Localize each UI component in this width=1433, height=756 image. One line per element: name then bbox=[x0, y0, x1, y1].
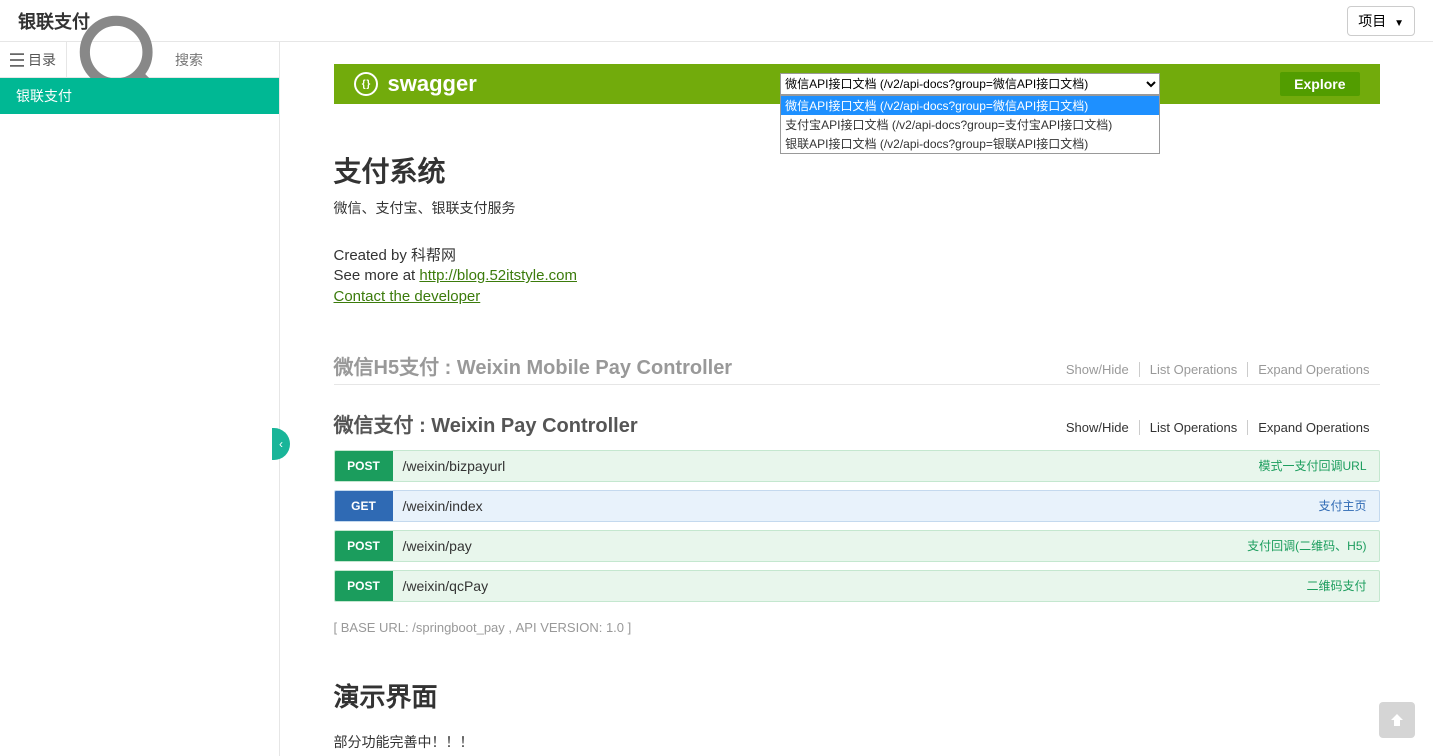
expand-ops-button[interactable]: Expand Operations bbox=[1247, 420, 1379, 435]
endpoint-summary: 二维码支付 bbox=[1306, 577, 1378, 594]
created-by: 科帮网 bbox=[411, 247, 456, 264]
endpoint-summary: 支付主页 bbox=[1318, 497, 1378, 514]
tag-ops: Show/Hide List Operations Expand Operati… bbox=[1056, 420, 1380, 435]
base-url: /springboot_pay bbox=[412, 620, 505, 635]
menu-icon bbox=[10, 53, 24, 67]
http-method-badge: POST bbox=[335, 531, 393, 561]
api-doc-dropdown: 微信API接口文档 (/v2/api-docs?group=微信API接口文档)… bbox=[780, 95, 1160, 154]
tag-desc: Weixin Pay Controller bbox=[431, 415, 637, 437]
endpoint-path: /weixin/index bbox=[393, 498, 1319, 514]
http-method-badge: GET bbox=[335, 491, 393, 521]
sidebar: 目录 银联支付 bbox=[0, 42, 280, 756]
showhide-button[interactable]: Show/Hide bbox=[1056, 420, 1139, 435]
list-ops-button[interactable]: List Operations bbox=[1139, 420, 1247, 435]
showhide-button[interactable]: Show/Hide bbox=[1056, 362, 1139, 377]
see-more-link[interactable]: http://blog.52itstyle.com bbox=[419, 267, 577, 284]
list-ops-button[interactable]: List Operations bbox=[1139, 362, 1247, 377]
arrow-up-icon bbox=[1388, 711, 1406, 729]
sidebar-item-unionpay[interactable]: 银联支付 bbox=[0, 78, 279, 114]
main-content: { } swagger 微信API接口文档 (/v2/api-docs?grou… bbox=[280, 42, 1433, 756]
project-label: 项目 bbox=[1358, 13, 1386, 29]
api-version: 1.0 bbox=[606, 620, 624, 635]
dropdown-option[interactable]: 支付宝API接口文档 (/v2/api-docs?group=支付宝API接口文… bbox=[781, 115, 1159, 134]
api-doc-select[interactable]: 微信API接口文档 (/v2/api-docs?group=微信API接口文档) bbox=[780, 73, 1160, 95]
endpoint-summary: 模式一支付回调URL bbox=[1258, 457, 1378, 474]
tag-name: 微信支付 bbox=[334, 415, 414, 437]
api-meta: Created by 科帮网 See more at http://blog.5… bbox=[334, 246, 1380, 307]
expand-ops-button[interactable]: Expand Operations bbox=[1247, 362, 1379, 377]
operation-row[interactable]: POST/weixin/bizpayurl模式一支付回调URL bbox=[334, 450, 1380, 482]
swagger-logo: { } swagger bbox=[354, 71, 477, 97]
api-title: 支付系统 bbox=[334, 150, 1380, 190]
http-method-badge: POST bbox=[335, 571, 393, 601]
http-method-badge: POST bbox=[335, 451, 393, 481]
operation-row[interactable]: POST/weixin/pay支付回调(二维码、H5) bbox=[334, 530, 1380, 562]
created-by-prefix: Created by bbox=[334, 247, 412, 264]
search-input[interactable] bbox=[175, 52, 269, 68]
api-doc-select-wrapper: 微信API接口文档 (/v2/api-docs?group=微信API接口文档)… bbox=[780, 73, 1160, 95]
endpoint-path: /weixin/pay bbox=[393, 538, 1248, 554]
explore-button[interactable]: Explore bbox=[1280, 72, 1359, 96]
swagger-header: { } swagger 微信API接口文档 (/v2/api-docs?grou… bbox=[334, 64, 1380, 104]
caret-down-icon: ▼ bbox=[1394, 18, 1404, 29]
toc-button[interactable]: 目录 bbox=[0, 42, 67, 77]
contact-developer-link[interactable]: Contact the developer bbox=[334, 288, 481, 305]
demo-heading: 演示界面 bbox=[334, 677, 1380, 714]
dropdown-option[interactable]: 银联API接口文档 (/v2/api-docs?group=银联API接口文档) bbox=[781, 134, 1159, 153]
dropdown-option[interactable]: 微信API接口文档 (/v2/api-docs?group=微信API接口文档) bbox=[781, 96, 1159, 115]
api-subtitle: 微信、支付宝、银联支付服务 bbox=[334, 198, 1380, 218]
topbar: 银联支付 项目 ▼ bbox=[0, 0, 1433, 42]
api-version-label: API VERSION bbox=[516, 620, 599, 635]
endpoint-path: /weixin/qcPay bbox=[393, 578, 1307, 594]
base-info: [ BASE URL: /springboot_pay , API VERSIO… bbox=[334, 620, 1380, 635]
toc-label: 目录 bbox=[28, 50, 56, 70]
tag-weixin-pay[interactable]: 微信支付 : Weixin Pay Controller Show/Hide L… bbox=[334, 399, 1380, 442]
base-url-label: BASE URL bbox=[341, 620, 405, 635]
endpoint-summary: 支付回调(二维码、H5) bbox=[1247, 537, 1378, 554]
operation-row[interactable]: POST/weixin/qcPay二维码支付 bbox=[334, 570, 1380, 602]
search-wrapper[interactable] bbox=[67, 42, 279, 77]
tag-name: 微信H5支付 bbox=[334, 357, 440, 379]
endpoint-path: /weixin/bizpayurl bbox=[393, 458, 1259, 474]
demo-note: 部分功能完善中！！！ bbox=[334, 732, 1380, 752]
swagger-icon: { } bbox=[354, 72, 378, 96]
tag-desc: Weixin Mobile Pay Controller bbox=[457, 357, 732, 379]
see-more-prefix: See more at bbox=[334, 267, 420, 284]
sidebar-toolbar: 目录 bbox=[0, 42, 279, 78]
swagger-brand: swagger bbox=[388, 71, 477, 97]
endpoints-list: POST/weixin/bizpayurl模式一支付回调URL GET/weixi… bbox=[334, 450, 1380, 602]
tag-ops: Show/Hide List Operations Expand Operati… bbox=[1056, 362, 1380, 377]
tag-weixin-h5[interactable]: 微信H5支付 : Weixin Mobile Pay Controller Sh… bbox=[334, 341, 1380, 385]
operation-row[interactable]: GET/weixin/index支付主页 bbox=[334, 490, 1380, 522]
project-dropdown-button[interactable]: 项目 ▼ bbox=[1347, 6, 1415, 36]
scroll-to-top-button[interactable] bbox=[1379, 702, 1415, 738]
